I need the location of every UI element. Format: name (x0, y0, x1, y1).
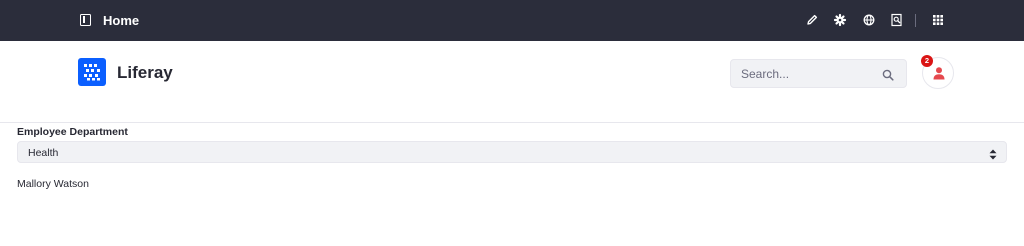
site-name[interactable]: Liferay (117, 63, 173, 83)
globe-icon[interactable] (862, 13, 876, 27)
gear-icon[interactable] (833, 13, 847, 27)
user-icon (932, 66, 946, 85)
notification-badge: 2 (921, 55, 933, 67)
pencil-icon[interactable] (805, 13, 819, 27)
caret-double-icon (989, 147, 997, 165)
employee-department-select[interactable]: Health (17, 141, 1007, 163)
control-menu: Home (0, 0, 1024, 41)
select-value: Health (28, 147, 59, 159)
panel-toggle-icon[interactable] (80, 14, 91, 26)
employee-department-label: Employee Department (17, 126, 128, 138)
employee-name: Mallory Watson (17, 178, 89, 190)
page-title: Home (103, 13, 140, 28)
site-header: Liferay 2 (0, 41, 1024, 123)
apps-grid-icon[interactable] (931, 13, 945, 27)
toolbar-divider (915, 14, 916, 27)
search-input[interactable] (741, 65, 871, 83)
search-icon[interactable] (882, 68, 894, 86)
search-box[interactable] (730, 59, 907, 88)
liferay-logo[interactable] (78, 58, 106, 86)
preview-icon[interactable] (890, 13, 904, 27)
